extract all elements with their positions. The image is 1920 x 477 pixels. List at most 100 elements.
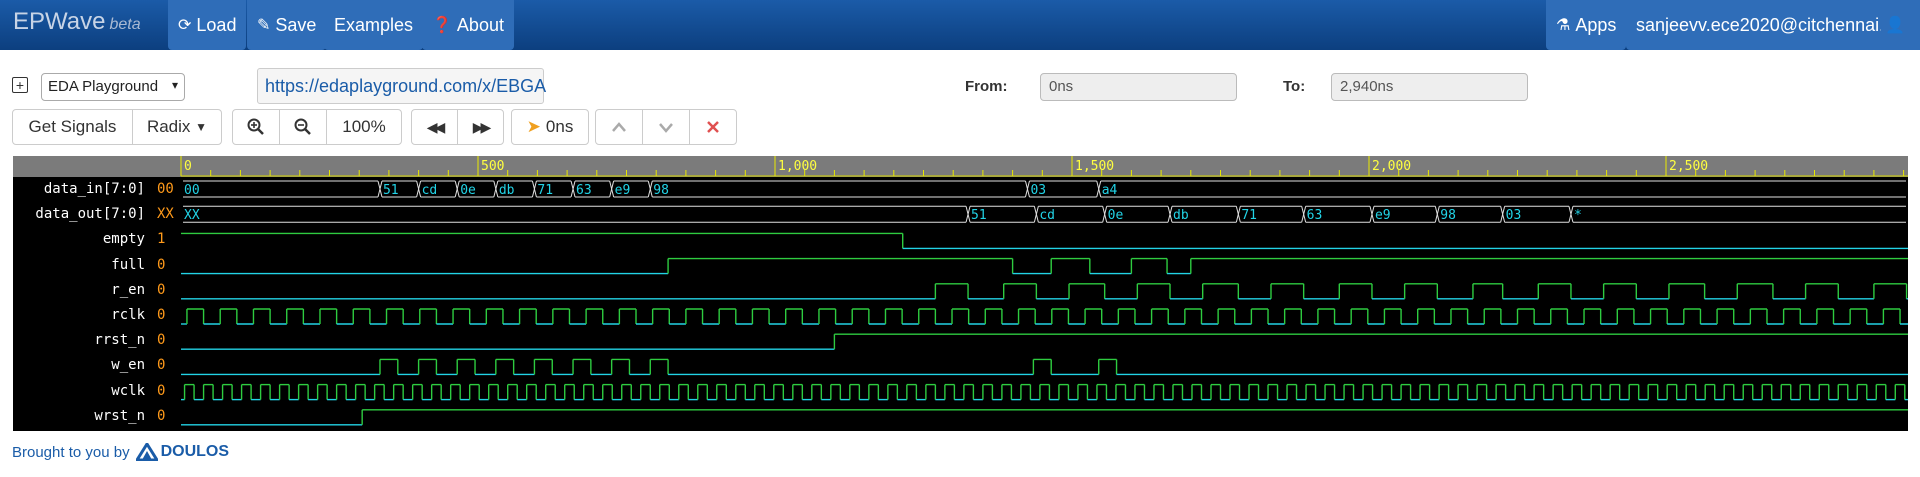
bus-value: cd [1039, 208, 1055, 223]
signal-row[interactable]: rrst_n 0 [13, 328, 181, 353]
signal-name: data_in[7:0] [43, 181, 145, 197]
source-select[interactable]: EDA Playground ▾ [41, 73, 185, 101]
chevron-down-icon: ▾ [171, 78, 178, 92]
signal-row[interactable]: data_out[7:0] XX [13, 202, 181, 227]
signal-row[interactable]: r_en 0 [13, 278, 181, 303]
save-button[interactable]: ✎ Save [247, 0, 327, 50]
signal-row[interactable]: rclk 0 [13, 303, 181, 328]
ruler-label: 0 [184, 159, 192, 174]
signal-name: empty [102, 231, 145, 248]
signal-row[interactable]: full 0 [13, 253, 181, 278]
move-down-button[interactable] [642, 109, 690, 145]
doulos-logo[interactable]: DOULOS [135, 443, 229, 461]
refresh-icon: ⟳ [178, 17, 192, 34]
to-field[interactable]: 2,940ns [1331, 73, 1528, 101]
user-icon: 👤 [1885, 17, 1905, 34]
previous-edge-button[interactable]: ◀◀ [411, 109, 458, 145]
bus-value: cd [422, 183, 438, 198]
signal-name: w_en [111, 357, 145, 374]
signal-row[interactable]: wclk 0 [13, 379, 181, 404]
ruler-label: 1,500 [1075, 159, 1114, 174]
bit-row [181, 358, 1908, 376]
bus-value: 51 [383, 183, 399, 198]
signal-value: 0 [157, 256, 166, 273]
footer: Brought to you by DOULOS [12, 443, 229, 461]
zoom-out-button[interactable] [279, 109, 327, 145]
caret-down-icon: ▼ [195, 120, 208, 134]
zoom-level[interactable]: 100% [326, 109, 402, 145]
expand-icon[interactable]: + [12, 77, 28, 93]
zoom-out-icon [294, 118, 311, 135]
bus-value: 63 [576, 183, 592, 198]
forward-icon: ▶▶ [472, 118, 491, 135]
load-button[interactable]: ⟳ Load [168, 0, 247, 50]
bus-value: 63 [1307, 208, 1323, 223]
bus-value: 71 [537, 183, 553, 198]
cursor-time-button[interactable]: ➤ 0ns [511, 109, 589, 145]
brand-title: EPWave [13, 8, 106, 35]
examples-button[interactable]: Examples [324, 0, 424, 50]
bit-row [181, 283, 1908, 300]
close-icon [707, 121, 719, 133]
remove-signal-button[interactable] [689, 109, 737, 145]
bus-value: * [1574, 208, 1582, 223]
bus-value: XX [184, 208, 200, 223]
bus-row: XX 51 cd 0e db 71 63 e9 98 03 * [183, 205, 1906, 223]
signal-name: r_en [111, 281, 145, 298]
bus-value: 51 [971, 208, 987, 223]
bus-value: db [1173, 208, 1189, 223]
zoom-in-button[interactable] [232, 109, 280, 145]
ruler-label: 2,500 [1669, 159, 1708, 174]
move-up-button[interactable] [595, 109, 643, 145]
signal-value: 1 [157, 231, 166, 248]
signal-value: 0 [157, 281, 166, 298]
bus-value: 03 [1030, 183, 1046, 198]
ruler-label: 500 [481, 159, 504, 174]
signal-value: 0 [157, 332, 166, 349]
bus-value: 71 [1241, 208, 1257, 223]
zoom-in-icon [247, 118, 264, 135]
bus-value: a4 [1102, 183, 1118, 198]
next-edge-button[interactable]: ▶▶ [457, 109, 504, 145]
user-menu[interactable]: sanjeevv.ece2020@citchennai.ne 👤 [1626, 0, 1920, 50]
about-button[interactable]: ❓ About [422, 0, 514, 50]
time-ruler: 0 500 1,000 1,500 2,000 2,500 [13, 156, 1908, 177]
location-arrow-icon: ➤ [526, 117, 541, 136]
bus-value: 0e [460, 183, 476, 198]
bit-row [181, 308, 1908, 325]
signal-name: full [111, 256, 145, 273]
signal-name: data_out[7:0] [35, 206, 145, 223]
chevron-down-icon [659, 123, 673, 133]
signal-value: XX [157, 206, 174, 223]
bus-value: e9 [1375, 208, 1391, 223]
bus-value: 0e [1108, 208, 1124, 223]
waveform-canvas[interactable]: 00 51 cd 0e db 71 63 e9 98 03 a4 XX 51 cd 0e db 71 63 e9 98… [181, 177, 1908, 431]
get-signals-button[interactable]: Get Signals [12, 109, 133, 145]
signal-row[interactable]: data_in[7:0] 00 [13, 177, 181, 202]
signal-name: wclk [111, 382, 145, 399]
apps-button[interactable]: ⚗ Apps [1546, 0, 1627, 50]
signal-row[interactable]: empty 1 [13, 227, 181, 252]
from-field[interactable]: 0ns [1040, 73, 1237, 101]
signal-value: 00 [157, 181, 174, 197]
flask-icon: ⚗ [1556, 17, 1571, 34]
url-field[interactable]: https://edaplayground.com/x/EBGA [257, 68, 546, 104]
signal-name: rrst_n [94, 332, 145, 349]
bus-value: db [499, 183, 515, 198]
bit-row [181, 409, 1908, 426]
brand-beta: beta [109, 16, 141, 33]
signal-row[interactable]: w_en 0 [13, 353, 181, 378]
signal-row[interactable]: wrst_n 0 [13, 404, 181, 429]
brand: EPWave beta [13, 8, 141, 36]
ruler-label: 1,000 [778, 159, 817, 174]
signal-name: wrst_n [94, 407, 145, 424]
waveform-viewer[interactable]: 0 500 1,000 1,500 2,000 2,500 data_in[7:0] 00 d… [13, 156, 1908, 431]
bit-row [181, 232, 1908, 250]
signal-value: 0 [157, 382, 166, 399]
radix-button[interactable]: Radix ▼ [132, 109, 222, 145]
pencil-icon: ✎ [257, 17, 271, 34]
bus-value: 03 [1506, 208, 1522, 223]
bit-row [181, 257, 1908, 275]
bit-row [181, 383, 1908, 401]
chevron-up-icon [612, 122, 626, 132]
